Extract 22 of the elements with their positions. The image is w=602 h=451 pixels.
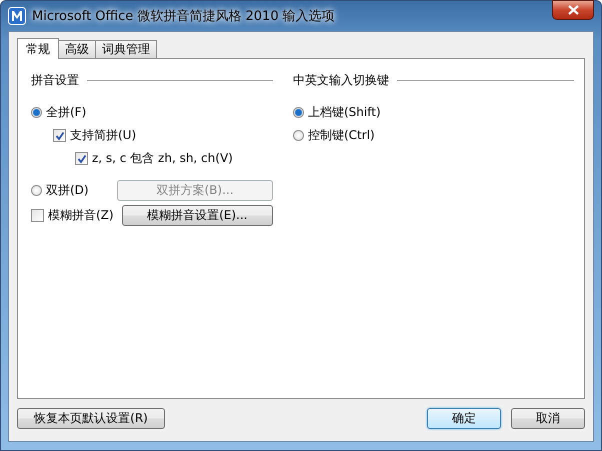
tab[interactable]: 高级 xyxy=(58,40,96,58)
group-title: 拼音设置 xyxy=(31,72,79,88)
close-button[interactable] xyxy=(552,0,594,20)
checkbox-option[interactable]: 支持简拼(U) xyxy=(53,127,136,144)
radio-option[interactable]: 上档键(Shift) xyxy=(293,104,381,121)
checkmark-icon xyxy=(76,154,86,164)
cancel-button[interactable]: 取消 xyxy=(511,408,585,428)
radio-option[interactable]: 全拼(F) xyxy=(31,104,86,121)
app-icon xyxy=(8,7,26,25)
radio-option[interactable]: 控制键(Ctrl) xyxy=(293,127,375,144)
tab[interactable]: 词典管理 xyxy=(95,40,157,58)
checkbox-option[interactable]: 模糊拼音(Z) xyxy=(31,207,114,224)
settings-button[interactable]: 模糊拼音设置(E)... xyxy=(122,205,273,226)
checkmark-icon xyxy=(54,130,64,140)
close-icon xyxy=(568,5,578,15)
checkbox-option[interactable]: z, s, c 包含 zh, sh, ch(V) xyxy=(75,150,233,167)
reset-button[interactable]: 恢复本页默认设置(R) xyxy=(17,408,165,428)
window-title: Microsoft Office 微软拼音简捷风格 2010 输入选项 xyxy=(32,8,335,25)
ok-button[interactable]: 确定 xyxy=(427,408,501,428)
tab[interactable]: 常规 xyxy=(17,38,59,59)
radio-option[interactable]: 双拼(D) xyxy=(31,182,89,199)
group-title: 中英文输入切换键 xyxy=(293,72,389,88)
